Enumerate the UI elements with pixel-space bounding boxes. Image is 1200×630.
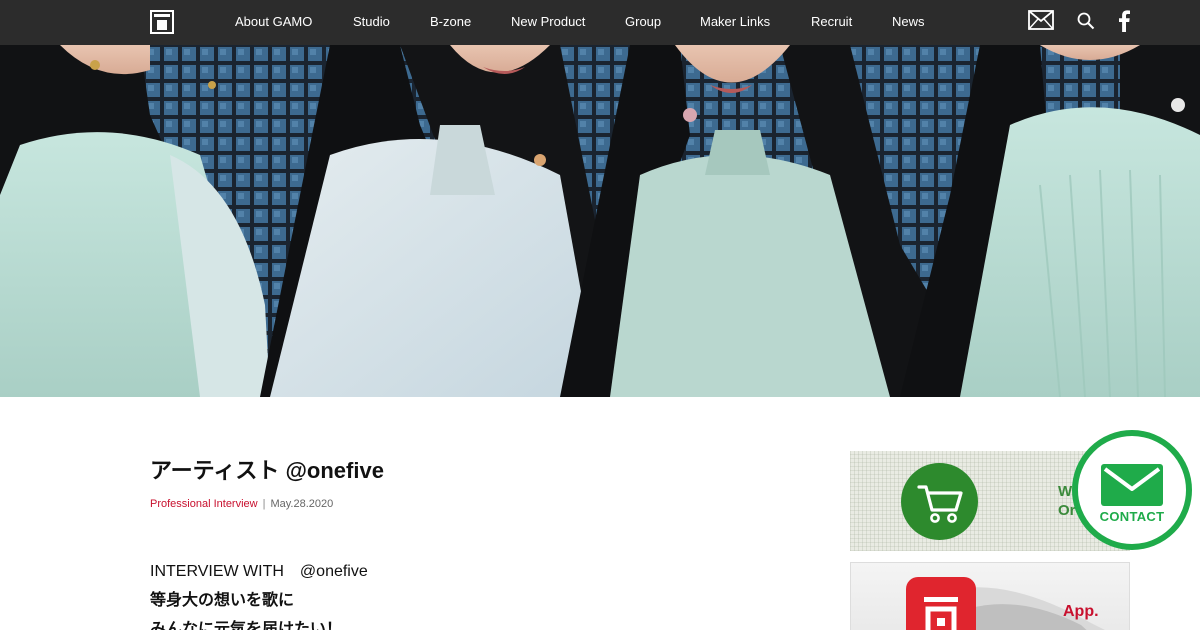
hero-illustration bbox=[0, 45, 1200, 397]
app-icon bbox=[906, 577, 976, 630]
article-catch-line-2: みんなに元気を届けたい！ bbox=[150, 621, 343, 630]
hero-photo bbox=[0, 45, 1200, 397]
top-navbar: About GAMO Studio B-zone New Product Gro… bbox=[0, 0, 1200, 45]
logo-bar bbox=[154, 14, 170, 17]
nav-group[interactable]: Group bbox=[625, 14, 661, 29]
facebook-icon[interactable] bbox=[1117, 10, 1131, 32]
app-banner-text: App. bbox=[1063, 603, 1099, 620]
meta-separator: | bbox=[262, 498, 266, 510]
contact-button[interactable]: CONTACT bbox=[1072, 430, 1192, 550]
article-intro: INTERVIEW WITH @onefive bbox=[150, 563, 368, 580]
nav-news[interactable]: News bbox=[892, 14, 925, 29]
site-logo[interactable] bbox=[150, 10, 174, 34]
article-meta: Professional Interview | May.28.2020 bbox=[150, 498, 333, 510]
article-category-link[interactable]: Professional Interview bbox=[150, 498, 258, 510]
logo-square bbox=[157, 20, 167, 30]
article-date: May.28.2020 bbox=[270, 498, 334, 510]
search-icon[interactable] bbox=[1077, 12, 1095, 30]
nav-maker-links[interactable]: Maker Links bbox=[700, 14, 770, 29]
cart-badge bbox=[901, 463, 978, 540]
article-title: アーティスト @onefive bbox=[150, 458, 384, 483]
mail-icon[interactable] bbox=[1028, 10, 1054, 30]
article-catch-line-1: 等身大の想いを歌に bbox=[150, 592, 295, 609]
cart-icon bbox=[917, 485, 963, 523]
app-banner[interactable]: App. bbox=[850, 562, 1130, 630]
contact-label: CONTACT bbox=[1099, 509, 1165, 524]
nav-studio[interactable]: Studio bbox=[353, 14, 390, 29]
nav-b-zone[interactable]: B-zone bbox=[430, 14, 471, 29]
shop-banner-text-1: W bbox=[1058, 483, 1073, 500]
nav-recruit[interactable]: Recruit bbox=[811, 14, 852, 29]
envelope-icon bbox=[1101, 464, 1163, 506]
nav-new-product[interactable]: New Product bbox=[511, 14, 585, 29]
nav-about-gamo[interactable]: About GAMO bbox=[235, 14, 312, 29]
